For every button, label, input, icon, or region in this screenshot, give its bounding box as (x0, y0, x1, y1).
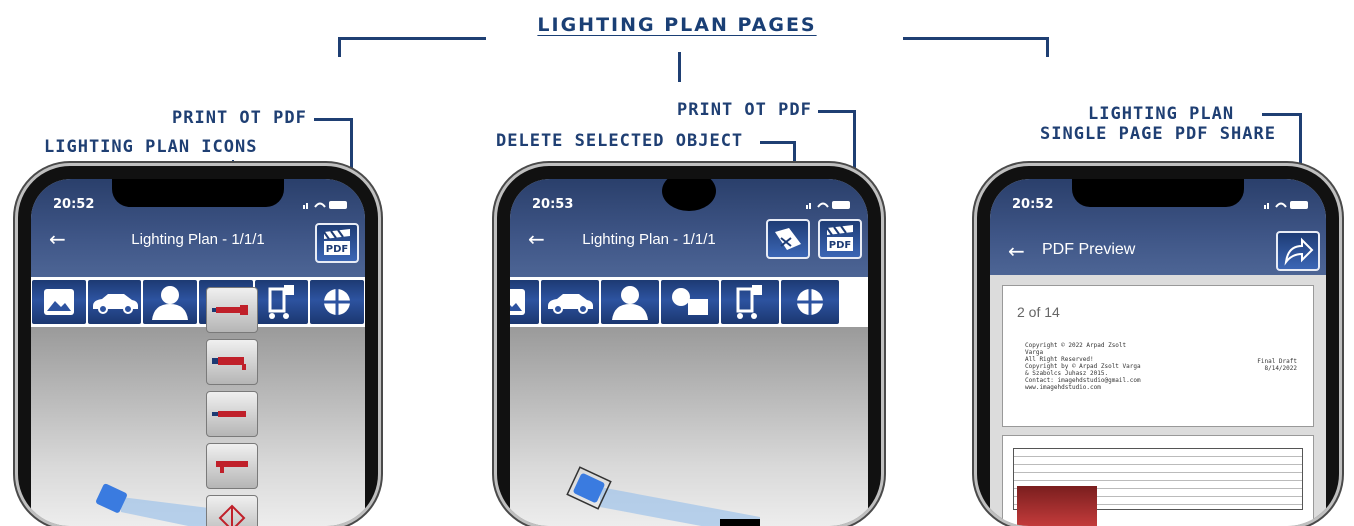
print-pdf-button[interactable]: PDF (315, 223, 359, 263)
pdf-icon: PDF (323, 229, 350, 255)
eraser-delete-icon (775, 228, 801, 250)
annotation-lighting-icons: LIGHTING PLAN ICONS (44, 137, 258, 157)
connector-line (760, 141, 796, 144)
reflector-icon (797, 289, 823, 315)
share-arrow-icon (1284, 237, 1314, 266)
flood-light-icon (216, 461, 248, 473)
tool-car-button[interactable] (87, 280, 142, 324)
camera-icon (672, 288, 708, 315)
car-icon (548, 294, 593, 314)
tool-image-button[interactable] (510, 280, 539, 324)
tool-person-button[interactable] (601, 280, 659, 324)
page-counter: 2 of 14 (1017, 304, 1060, 320)
connector-line (678, 52, 681, 82)
light-type-2-button[interactable] (206, 339, 258, 385)
phone-notch (112, 179, 284, 207)
pdf-photo-thumbnail (1017, 486, 1097, 526)
svg-text:PDF: PDF (829, 240, 851, 251)
image-icon (510, 289, 525, 315)
status-time: 20:53 (532, 197, 574, 212)
annotation-delete-object: DELETE SELECTED OBJECT (496, 131, 744, 151)
lighting-icons-dropdown (206, 287, 258, 526)
plan-canvas[interactable] (510, 327, 868, 526)
selected-light-fixture-icon[interactable] (560, 457, 760, 526)
tool-reflector-button[interactable] (310, 280, 365, 324)
tool-car-button[interactable] (541, 280, 599, 324)
reflector-icon (324, 289, 351, 315)
signal-wifi-battery-icon (806, 201, 850, 209)
phone-screen: 20:52 ← PDF Preview 2 of 14 Copyright © … (990, 179, 1326, 526)
crane-icon (268, 285, 294, 319)
nav-title: Lighting Plan - 1/1/1 (582, 231, 716, 248)
tool-image-button[interactable] (32, 280, 86, 324)
annotation-share-line2: SINGLE PAGE PDF SHARE (1040, 124, 1276, 144)
connector-line (338, 37, 486, 40)
connector-line (338, 37, 341, 57)
phone-pdf-preview: 20:52 ← PDF Preview 2 of 14 Copyright © … (977, 166, 1339, 526)
back-arrow-icon[interactable]: ← (1008, 239, 1025, 263)
phone-screen: 20:52 ← Lighting Plan - 1/1/1 PDF (31, 179, 365, 526)
print-pdf-button[interactable]: PDF (818, 219, 862, 259)
connector-line (1262, 113, 1302, 116)
tool-camera-button[interactable] (661, 280, 719, 324)
connector-line (1046, 37, 1049, 57)
spotlight-icon (212, 305, 248, 315)
light-type-3-button[interactable] (206, 391, 258, 437)
status-time: 20:52 (1012, 197, 1054, 212)
annotation-print-pdf-2: PRINT OT PDF (677, 100, 812, 120)
tool-reflector-button[interactable] (781, 280, 839, 324)
image-icon (43, 289, 74, 315)
tool-crane-button[interactable] (721, 280, 779, 324)
phone-delete-object: 20:53 ← Lighting Plan - 1/1/1 PDF (497, 166, 881, 526)
annotation-share-line1: LIGHTING PLAN (1088, 104, 1235, 124)
share-pdf-button[interactable] (1276, 231, 1320, 271)
tool-person-button[interactable] (143, 280, 198, 324)
pdf-page: 2 of 14 Copyright © 2022 Arpad Zsolt Var… (1002, 285, 1314, 427)
connector-line (903, 37, 1049, 40)
phone-lighting-plan-icons: 20:52 ← Lighting Plan - 1/1/1 PDF (18, 166, 378, 526)
light-type-5-button[interactable] (206, 495, 258, 526)
page-title: LIGHTING PLAN PAGES (537, 14, 817, 36)
svg-text:PDF: PDF (326, 244, 348, 255)
connector-line (314, 118, 352, 121)
phone-notch (1072, 179, 1244, 207)
phone-screen: 20:53 ← Lighting Plan - 1/1/1 PDF (510, 179, 868, 526)
crane-icon (736, 285, 762, 319)
pdf-icon: PDF (826, 225, 853, 251)
draft-text: Final Draft 8/14/2022 (1257, 358, 1297, 372)
lighting-icons-toolbar (31, 277, 365, 327)
signal-wifi-battery-icon (303, 201, 347, 209)
person-icon (152, 286, 189, 320)
led-light-icon (212, 411, 246, 417)
delete-object-button[interactable] (766, 219, 810, 259)
spread-light-icon (218, 504, 246, 526)
fresnel-icon (212, 357, 246, 370)
light-type-4-button[interactable] (206, 443, 258, 489)
status-time: 20:52 (53, 197, 95, 212)
car-icon (92, 294, 138, 314)
lighting-icons-toolbar (510, 277, 868, 327)
pdf-page-preview (1002, 435, 1314, 526)
signal-wifi-battery-icon (1264, 201, 1308, 209)
copyright-text: Copyright © 2022 Arpad Zsolt Varga All R… (1025, 342, 1141, 391)
tool-crane-button[interactable] (254, 280, 309, 324)
nav-title: PDF Preview (1042, 241, 1136, 258)
plan-canvas[interactable] (31, 327, 365, 526)
person-icon (612, 286, 648, 320)
connector-line (818, 110, 856, 113)
annotation-print-pdf-1: PRINT OT PDF (172, 108, 307, 128)
light-type-1-button[interactable] (206, 287, 258, 333)
